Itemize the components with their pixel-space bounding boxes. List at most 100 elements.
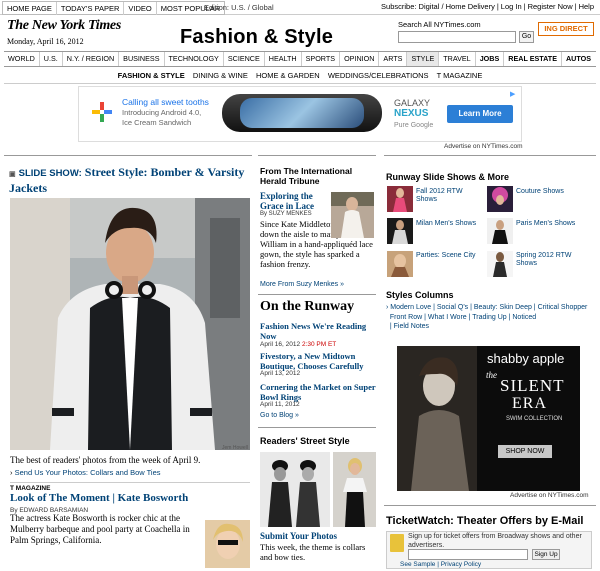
on-the-runway-header[interactable]: On the Runway — [260, 299, 354, 315]
go-to-blog-link[interactable]: Go to Blog » — [260, 412, 299, 419]
ad-era: ERA — [512, 395, 547, 412]
top-link-todays-paper[interactable]: TODAY'S PAPER — [57, 2, 125, 15]
paris-mens-link[interactable]: Paris Men's Shows — [516, 220, 582, 228]
lace-gown-thumbnail[interactable] — [331, 192, 374, 238]
styles-link[interactable]: Social Q's — [437, 304, 468, 311]
nav-us[interactable]: U.S. — [40, 52, 63, 66]
ad-brand-nexus: NEXUS — [394, 108, 429, 119]
nav-autos[interactable]: AUTOS — [562, 52, 595, 66]
styles-link[interactable]: Critical Shopper — [538, 304, 588, 311]
street-style-photo-bw[interactable] — [260, 452, 330, 527]
ticketwatch-email-input[interactable] — [408, 549, 528, 560]
phone-screen — [240, 98, 364, 128]
advertise-link[interactable]: Advertise on NYTimes.com — [444, 143, 523, 150]
runway-item-title[interactable]: Fivestory, a New Midtown Boutique, Choos… — [260, 351, 376, 371]
top-link-home-page[interactable]: HOME PAGE — [3, 2, 57, 15]
subnav-home-garden[interactable]: HOME & GARDEN — [253, 71, 323, 80]
photo-credit: Jem Howell — [222, 445, 248, 451]
t-magazine-label[interactable]: T MAGAZINE — [10, 485, 50, 492]
subnav-t-magazine[interactable]: T MAGAZINE — [434, 71, 486, 80]
styles-link[interactable]: Noticed — [512, 314, 536, 321]
camera-icon: ▣ — [9, 170, 16, 178]
nav-business[interactable]: BUSINESS — [119, 52, 165, 66]
section-title[interactable]: Fashion & Style — [180, 26, 333, 49]
nav-science[interactable]: SCIENCE — [224, 52, 265, 66]
spring-2012-rtw-thumbnail[interactable] — [487, 251, 513, 277]
nav-style[interactable]: STYLE — [407, 52, 440, 66]
subnav-fashion-style[interactable]: FASHION & STYLE — [115, 71, 188, 80]
street-style-photo-woman[interactable] — [333, 452, 376, 527]
styles-link[interactable]: Trading Up — [472, 314, 506, 321]
subscribe-link[interactable]: Subscribe: Digital / Home Delivery — [379, 2, 497, 11]
ad-choices-icon[interactable]: ▶ — [510, 90, 515, 98]
login-link[interactable]: Log In — [499, 2, 524, 11]
ad-shop-now-button[interactable]: SHOP NOW — [498, 445, 552, 458]
submit-photos-summary: This week, the theme is collars and bow … — [260, 542, 366, 562]
look-of-moment-headline[interactable]: Look of The Moment | Kate Bosworth — [10, 492, 188, 504]
ticketwatch-links[interactable]: See Sample | Privacy Policy — [400, 561, 481, 568]
runway-item-title[interactable]: Cornering the Market on Super Bowl Rings — [260, 382, 376, 402]
nav-opinion[interactable]: OPINION — [340, 52, 380, 66]
nav-world[interactable]: WORLD — [4, 52, 40, 66]
send-photos-link[interactable]: › Send Us Your Photos: Collars and Bow T… — [10, 468, 161, 477]
nav-travel[interactable]: TRAVEL — [439, 52, 476, 66]
nav-real-estate[interactable]: REAL ESTATE — [504, 52, 562, 66]
edition-selector[interactable]: Edition: U.S. / Global — [204, 3, 274, 12]
styles-link[interactable]: Modern Love — [390, 304, 431, 311]
ticketwatch-text: Sign up for ticket offers from Broadway … — [408, 533, 582, 549]
readers-street-style-header[interactable]: Readers' Street Style — [260, 436, 350, 446]
look-summary: The actress Kate Bosworth is rocker chic… — [10, 513, 190, 545]
nav-technology[interactable]: TECHNOLOGY — [165, 52, 224, 66]
kate-bosworth-thumbnail[interactable] — [205, 520, 250, 568]
iht-article-title[interactable]: Exploring the Grace in Lace — [260, 191, 328, 211]
page-date: Monday, April 16, 2012 — [7, 37, 84, 46]
nyt-logo[interactable]: The New York Times — [7, 18, 121, 34]
ticketwatch-signup-button[interactable]: Sign Up — [532, 549, 560, 560]
paris-mens-thumbnail[interactable] — [487, 218, 513, 244]
parties-thumbnail[interactable] — [387, 251, 413, 277]
slideshow-caption: The best of readers' photos from the wee… — [10, 455, 201, 465]
ad-brand-galaxy: GALAXY — [394, 98, 431, 108]
submit-photos-link[interactable]: Submit Your Photos — [260, 531, 337, 541]
divider — [4, 83, 596, 84]
styles-link[interactable]: Field Notes — [394, 323, 429, 330]
styles-link[interactable]: Beauty: Skin Deep — [474, 304, 532, 311]
subnav-weddings[interactable]: WEDDINGS/CELEBRATIONS — [325, 71, 432, 80]
nav-health[interactable]: HEALTH — [265, 52, 302, 66]
ad-swim-collection: SWIM COLLECTION — [506, 416, 563, 422]
fall-2012-rtw-link[interactable]: Fall 2012 RTW Shows — [416, 188, 482, 204]
street-style-photo[interactable] — [10, 198, 250, 450]
parties-scene-city-link[interactable]: Parties: Scene City — [416, 252, 482, 260]
styles-link[interactable]: Front Row — [390, 314, 422, 321]
android-pinwheel-icon — [92, 102, 112, 122]
iht-byline: By SUZY MENKES — [260, 211, 312, 217]
spring-2012-rtw-link[interactable]: Spring 2012 RTW Shows — [516, 252, 582, 268]
couture-thumbnail[interactable] — [487, 186, 513, 212]
milan-mens-link[interactable]: Milan Men's Shows — [416, 220, 482, 228]
slideshow-label: SLIDE SHOW: — [18, 168, 82, 179]
top-link-video[interactable]: VIDEO — [124, 2, 157, 15]
styles-link[interactable]: What I Wore — [428, 314, 467, 321]
milan-mens-thumbnail[interactable] — [387, 218, 413, 244]
styles-columns-header: Styles Columns — [386, 290, 454, 300]
advertise-link[interactable]: Advertise on NYTimes.com — [510, 492, 589, 499]
more-suzy-menkes-link[interactable]: More From Suzy Menkes » — [260, 281, 344, 288]
send-photos-link-text[interactable]: Send Us Your Photos: Collars and Bow Tie… — [15, 468, 161, 477]
fall-2012-rtw-thumbnail[interactable] — [387, 186, 413, 212]
couture-shows-link[interactable]: Couture Shows — [516, 188, 582, 196]
register-link[interactable]: Register Now — [526, 2, 575, 11]
nav-ny-region[interactable]: N.Y. / REGION — [63, 52, 120, 66]
help-link[interactable]: Help — [577, 2, 596, 11]
search-go-button[interactable]: Go — [519, 31, 534, 43]
subnav-dining-wine[interactable]: DINING & WINE — [190, 71, 251, 80]
search-input[interactable] — [398, 31, 516, 43]
ad-learn-more-button[interactable]: Learn More — [447, 105, 513, 123]
runway-item-date: April 11, 2012 — [260, 401, 300, 408]
nav-jobs[interactable]: JOBS — [476, 52, 505, 66]
column-rule — [4, 155, 252, 156]
nav-arts[interactable]: ARTS — [379, 52, 408, 66]
slideshow-headline[interactable]: ▣ SLIDE SHOW: Street Style: Bomber & Var… — [9, 165, 249, 195]
sponsor-logo[interactable]: ING DIRECT — [538, 22, 594, 36]
runway-item-title[interactable]: Fashion News We're Reading Now — [260, 321, 376, 341]
nav-sports[interactable]: SPORTS — [302, 52, 341, 66]
